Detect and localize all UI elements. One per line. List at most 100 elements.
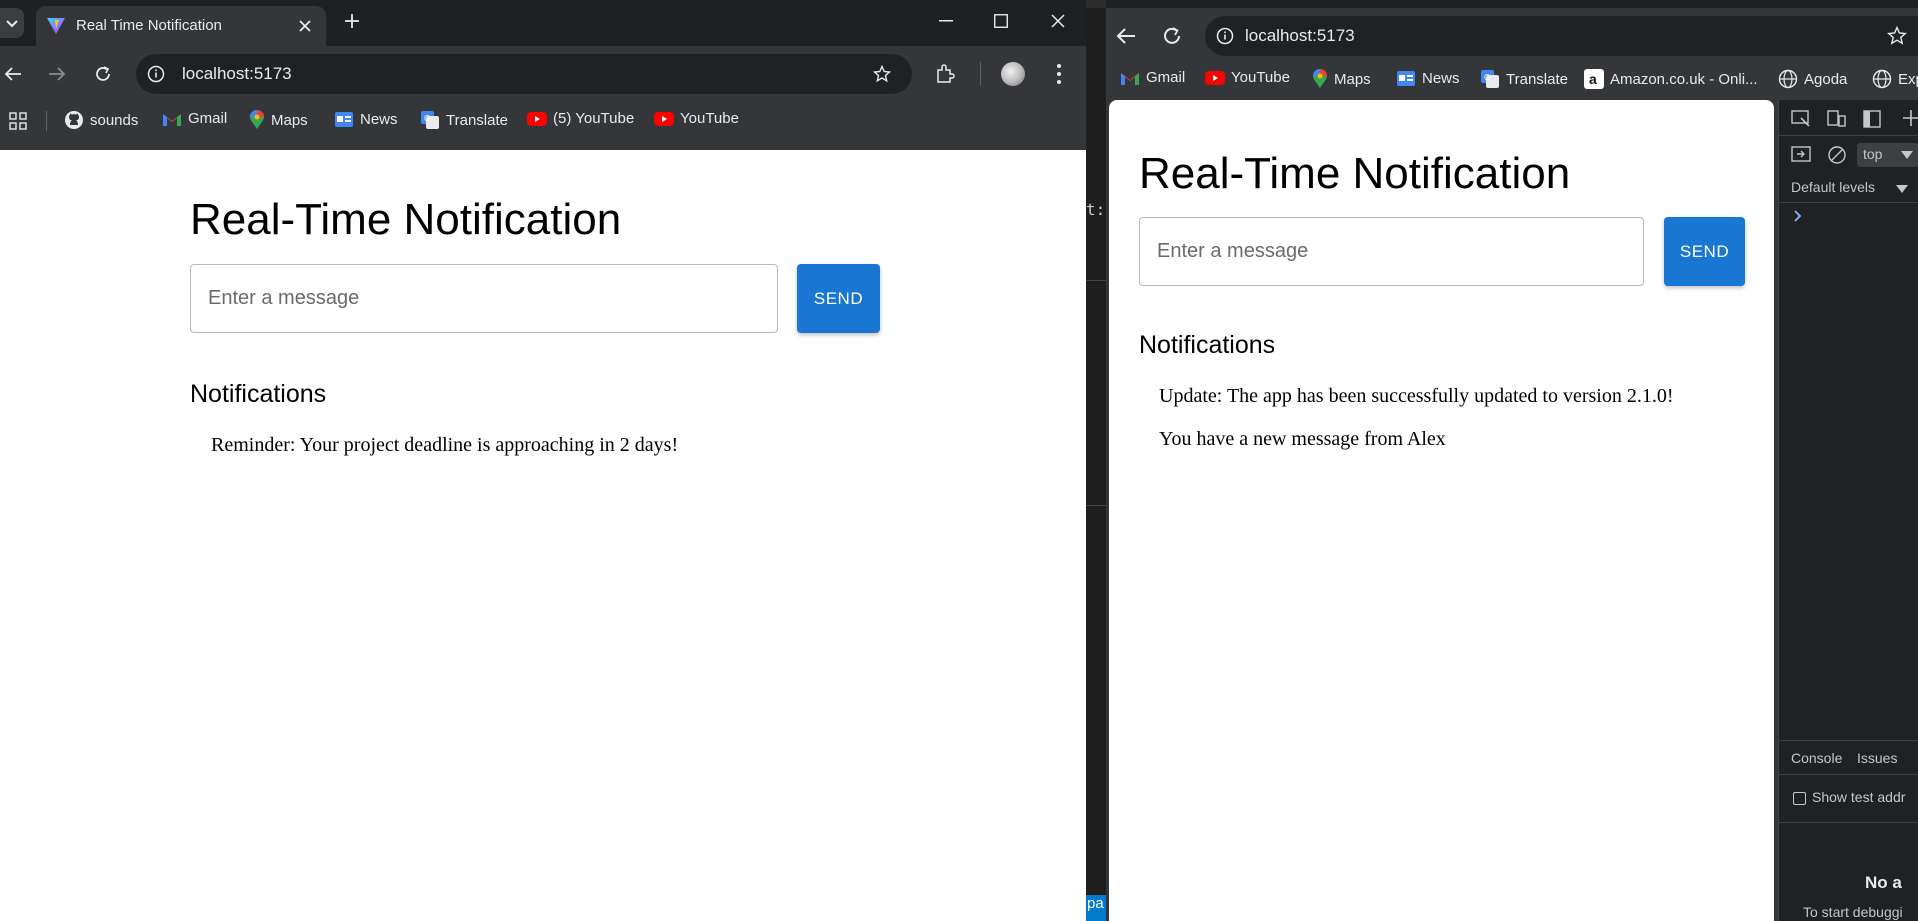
devtools-panel: top Default levels Console Issues Show t… <box>1778 100 1918 921</box>
reload-icon[interactable] <box>94 65 112 83</box>
inspect-element-icon[interactable] <box>1791 110 1811 128</box>
send-button[interactable]: SEND <box>797 264 880 333</box>
no-issues-text: No a <box>1865 873 1902 892</box>
svg-text:G: G <box>1484 73 1490 82</box>
gap-status-bar: pa <box>1086 895 1106 921</box>
bookmark-star-icon[interactable] <box>873 65 891 83</box>
bookmark-gmail[interactable]: Gmail <box>1120 69 1185 86</box>
translate-icon: G <box>1481 70 1499 88</box>
clear-console-icon[interactable] <box>1827 145 1847 165</box>
dock-side-icon[interactable] <box>1863 110 1881 128</box>
window-gap: t: pa <box>1086 0 1106 921</box>
tab-search-button[interactable] <box>0 8 24 38</box>
maximize-icon[interactable] <box>994 14 1008 28</box>
address-bar[interactable]: localhost:5173 <box>1205 16 1918 56</box>
message-input[interactable]: Enter a message <box>1139 217 1644 286</box>
bookmark-exp[interactable]: Exp <box>1872 69 1918 89</box>
translate-icon: G <box>421 111 439 129</box>
devtools-divider <box>1779 740 1918 741</box>
svg-text:G: G <box>424 114 430 123</box>
devtools-divider <box>1779 202 1918 203</box>
extensions-icon[interactable] <box>935 64 955 84</box>
drawer-tab-issues[interactable]: Issues <box>1857 750 1897 766</box>
bookmark-label: News <box>1422 69 1460 87</box>
bookmark-amazon[interactable]: a Amazon.co.uk - Onli... <box>1584 69 1758 89</box>
gap-top-strip <box>1086 0 1106 8</box>
close-window-icon[interactable] <box>1051 14 1065 28</box>
bookmark-label: Translate <box>1506 70 1568 88</box>
site-info-icon[interactable] <box>1216 27 1234 45</box>
page-title: Real-Time Notification <box>190 195 622 244</box>
vite-icon <box>47 18 65 34</box>
notification-item: Reminder: Your project deadline is appro… <box>211 434 679 456</box>
new-tab-icon[interactable] <box>344 13 360 29</box>
device-toolbar-icon[interactable] <box>1827 110 1847 128</box>
bookmark-translate[interactable]: G Translate <box>1480 69 1568 89</box>
debug-hint-text: To start debuggi <box>1803 904 1903 920</box>
bookmark-label: Gmail <box>1146 69 1186 86</box>
back-icon[interactable] <box>1116 27 1136 45</box>
forward-icon[interactable] <box>48 66 66 82</box>
show-test-checkbox[interactable] <box>1793 792 1806 805</box>
globe-icon <box>1872 69 1892 89</box>
drawer-tab-console[interactable]: Console <box>1791 750 1842 766</box>
profile-avatar[interactable] <box>1001 62 1025 86</box>
address-bar[interactable]: localhost:5173 <box>136 54 912 94</box>
minimize-icon[interactable] <box>939 20 953 22</box>
maps-icon <box>250 110 264 129</box>
apps-grid-icon[interactable] <box>9 112 27 130</box>
message-input-placeholder: Enter a message <box>1157 240 1309 262</box>
page-title: Real-Time Notification <box>1139 149 1571 198</box>
bookmark-label: Gmail <box>188 110 228 127</box>
devtools-divider <box>1779 774 1918 775</box>
context-selector[interactable]: top <box>1857 143 1918 167</box>
context-label: top <box>1863 146 1883 162</box>
bookmark-label: Amazon.co.uk - Onli... <box>1610 70 1758 88</box>
send-button[interactable]: SEND <box>1664 217 1745 286</box>
devtools-divider <box>1779 135 1918 136</box>
bookmark-youtube[interactable]: YouTube <box>654 110 739 127</box>
reload-icon[interactable] <box>1162 26 1182 46</box>
devtools-divider <box>1779 822 1918 823</box>
bookmark-youtube-5[interactable]: (5) YouTube <box>527 110 634 127</box>
url-text: localhost:5173 <box>182 64 292 83</box>
bookmark-sounds[interactable]: sounds <box>64 110 138 130</box>
right-page-content: Real-Time Notification Enter a message S… <box>1109 100 1774 921</box>
menu-kebab-icon[interactable] <box>1056 63 1062 85</box>
youtube-icon <box>527 111 547 126</box>
left-browser-window: Real Time Notification localhost:5173 so… <box>0 0 1086 921</box>
youtube-icon <box>654 111 674 126</box>
github-icon <box>65 111 83 129</box>
bookmark-news[interactable]: News <box>1396 69 1460 87</box>
url-text: localhost:5173 <box>1245 26 1355 45</box>
bookmark-maps[interactable]: Maps <box>249 110 308 130</box>
message-input[interactable]: Enter a message <box>190 264 778 333</box>
message-input-placeholder: Enter a message <box>208 287 360 309</box>
active-tab[interactable]: Real Time Notification <box>36 6 326 46</box>
sidebar-toggle-icon[interactable] <box>1791 146 1811 164</box>
youtube-icon <box>1205 70 1225 85</box>
right-browser-window: localhost:5173 Gmail YouTube Maps News G… <box>1106 0 1918 921</box>
bookmark-maps[interactable]: Maps <box>1312 69 1371 89</box>
bookmark-label: YouTube <box>680 110 739 127</box>
notification-item: You have a new message from Alex <box>1159 428 1446 450</box>
close-tab-icon[interactable] <box>299 20 311 32</box>
bookmark-news[interactable]: News <box>334 110 398 128</box>
bookmark-translate[interactable]: G Translate <box>420 110 508 130</box>
log-levels-dropdown[interactable]: Default levels <box>1791 179 1875 195</box>
dropdown-arrow-icon <box>1896 185 1908 193</box>
bookmark-youtube[interactable]: YouTube <box>1205 69 1290 86</box>
back-icon[interactable] <box>4 66 22 82</box>
news-icon <box>335 112 353 127</box>
notifications-heading: Notifications <box>190 380 327 408</box>
gmail-icon <box>163 113 181 126</box>
bookmark-agoda[interactable]: Agoda <box>1778 69 1847 89</box>
console-prompt-chevron-icon[interactable] <box>1793 209 1803 223</box>
amazon-icon: a <box>1584 69 1604 89</box>
browser-toolbar: localhost:5173 sounds Gmail Maps News G … <box>0 46 1086 150</box>
bookmark-gmail[interactable]: Gmail <box>162 110 227 127</box>
bookmark-label: YouTube <box>1231 69 1290 86</box>
bookmark-star-icon[interactable] <box>1887 26 1907 46</box>
more-tabs-icon[interactable] <box>1903 108 1918 128</box>
site-info-icon[interactable] <box>147 65 165 83</box>
